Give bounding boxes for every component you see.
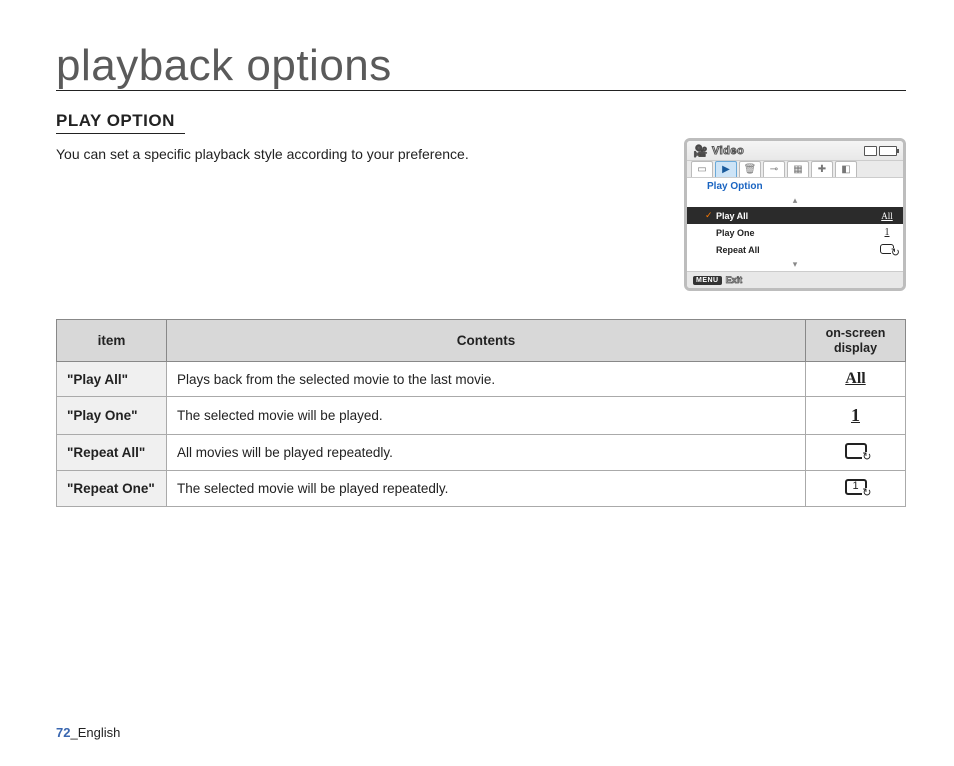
page-footer: 72_English: [56, 725, 120, 740]
page-number: 72: [56, 725, 70, 740]
tab-icon-6: ✚: [811, 161, 833, 177]
repeat-all-icon: [845, 443, 867, 459]
tab-icon-4: ⊸: [763, 161, 785, 177]
table-row: "Play All" Plays back from the selected …: [57, 362, 906, 397]
row-contents: The selected movie will be played repeat…: [167, 471, 806, 507]
osd-tabs: ▭ ▶ 🗑 ⊸ ▦ ✚ ◧: [687, 160, 903, 177]
repeat-all-icon: [879, 244, 895, 256]
col-header-osd: on-screen display: [806, 320, 906, 362]
table-row: "Play One" The selected movie will be pl…: [57, 397, 906, 435]
osd-arrow-up-icon: ▴: [687, 195, 903, 207]
row-icon: [806, 471, 906, 507]
table-row: "Repeat One" The selected movie will be …: [57, 471, 906, 507]
row-icon: All: [806, 362, 906, 397]
osd-menu-title: Play Option: [687, 177, 903, 195]
osd-menu-item-play-all: ✓ Play All All: [687, 207, 903, 224]
osd-arrow-down-icon: ▾: [687, 259, 903, 271]
tab-icon-1: ▭: [691, 161, 713, 177]
battery-icon: [879, 146, 897, 156]
play-all-icon: All: [845, 370, 865, 388]
row-icon: [806, 435, 906, 471]
play-option-table: item Contents on-screen display "Play Al…: [56, 319, 906, 507]
osd-footer-exit: Exit: [726, 275, 743, 285]
table-row: "Repeat All" All movies will be played r…: [57, 435, 906, 471]
tab-icon-5: ▦: [787, 161, 809, 177]
row-icon: 1: [806, 397, 906, 435]
repeat-one-icon: [845, 479, 867, 495]
section-title: PLAY OPTION: [56, 111, 185, 134]
row-contents: Plays back from the selected movie to th…: [167, 362, 806, 397]
osd-item-label: Repeat All: [713, 245, 879, 255]
col-header-item: item: [57, 320, 167, 362]
row-contents: All movies will be played repeatedly.: [167, 435, 806, 471]
intro-text: You can set a specific playback style ac…: [56, 146, 469, 162]
card-icon: [864, 146, 877, 156]
row-item: "Play One": [57, 397, 167, 435]
col-header-contents: Contents: [167, 320, 806, 362]
footer-lang: English: [78, 725, 121, 740]
play-one-icon: 1: [879, 227, 895, 238]
row-item: "Repeat One": [57, 471, 167, 507]
row-item: "Play All": [57, 362, 167, 397]
video-mode-icon: 🎥: [693, 144, 708, 158]
osd-menu-item-repeat-all: Repeat All: [687, 241, 903, 259]
osd-footer-menu: MENU: [693, 276, 722, 285]
footer-sep: _: [70, 725, 77, 740]
tab-icon-7: ◧: [835, 161, 857, 177]
play-all-icon: All: [879, 211, 895, 221]
osd-item-label: Play One: [713, 228, 879, 238]
tab-icon-play: ▶: [715, 161, 737, 177]
check-icon: ✓: [705, 210, 713, 221]
osd-title: Video: [712, 145, 744, 157]
row-item: "Repeat All": [57, 435, 167, 471]
osd-menu-item-play-one: Play One 1: [687, 224, 903, 241]
tab-icon-3: 🗑: [739, 161, 761, 177]
play-one-icon: 1: [851, 405, 860, 426]
osd-preview: 🎥 Video ▭ ▶ 🗑 ⊸ ▦ ✚ ◧ Play Option ▴: [684, 138, 906, 291]
page-title: playback options: [56, 42, 906, 91]
osd-item-label: Play All: [713, 211, 879, 221]
row-contents: The selected movie will be played.: [167, 397, 806, 435]
